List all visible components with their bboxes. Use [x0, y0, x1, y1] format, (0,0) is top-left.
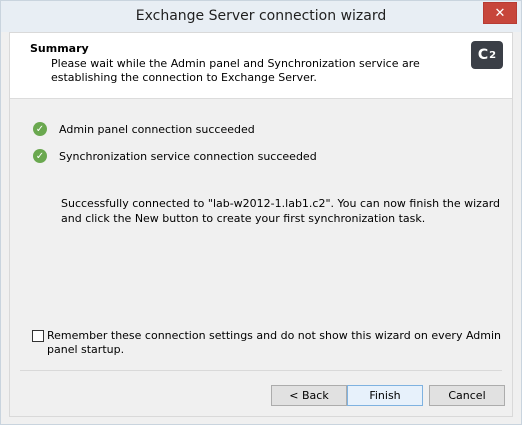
back-button[interactable]: < Back: [271, 385, 347, 406]
status-label: Synchronization service connection succe…: [59, 149, 317, 163]
status-sync-service: ✓ Synchronization service connection suc…: [33, 149, 317, 163]
check-circle-icon: ✓: [33, 149, 47, 163]
footer-divider: [20, 370, 502, 371]
wizard-content: Summary Please wait while the Admin pane…: [9, 32, 513, 417]
wizard-header: Summary Please wait while the Admin pane…: [10, 33, 512, 99]
title-bar[interactable]: Exchange Server connection wizard ✕: [1, 1, 521, 32]
finish-button[interactable]: Finish: [347, 385, 423, 406]
wizard-window: Exchange Server connection wizard ✕ Summ…: [0, 0, 522, 425]
close-button[interactable]: ✕: [483, 2, 517, 24]
logo-superscript: 2: [489, 49, 497, 61]
remember-settings-option[interactable]: Remember these connection settings and d…: [32, 329, 502, 357]
status-label: Admin panel connection succeeded: [59, 122, 255, 136]
header-title: Summary: [30, 42, 89, 55]
check-circle-icon: ✓: [33, 122, 47, 136]
c2-logo: C2: [471, 41, 503, 69]
remember-label: Remember these connection settings and d…: [47, 329, 502, 356]
success-message: Successfully connected to "lab-w2012-1.l…: [61, 197, 501, 225]
window-title: Exchange Server connection wizard: [135, 8, 387, 24]
header-subtitle: Please wait while the Admin panel and Sy…: [51, 57, 420, 84]
logo-letter: C: [477, 47, 489, 63]
remember-checkbox[interactable]: [32, 330, 44, 342]
status-admin-panel: ✓ Admin panel connection succeeded: [33, 122, 255, 136]
cancel-button[interactable]: Cancel: [429, 385, 505, 406]
close-icon: ✕: [494, 5, 506, 21]
